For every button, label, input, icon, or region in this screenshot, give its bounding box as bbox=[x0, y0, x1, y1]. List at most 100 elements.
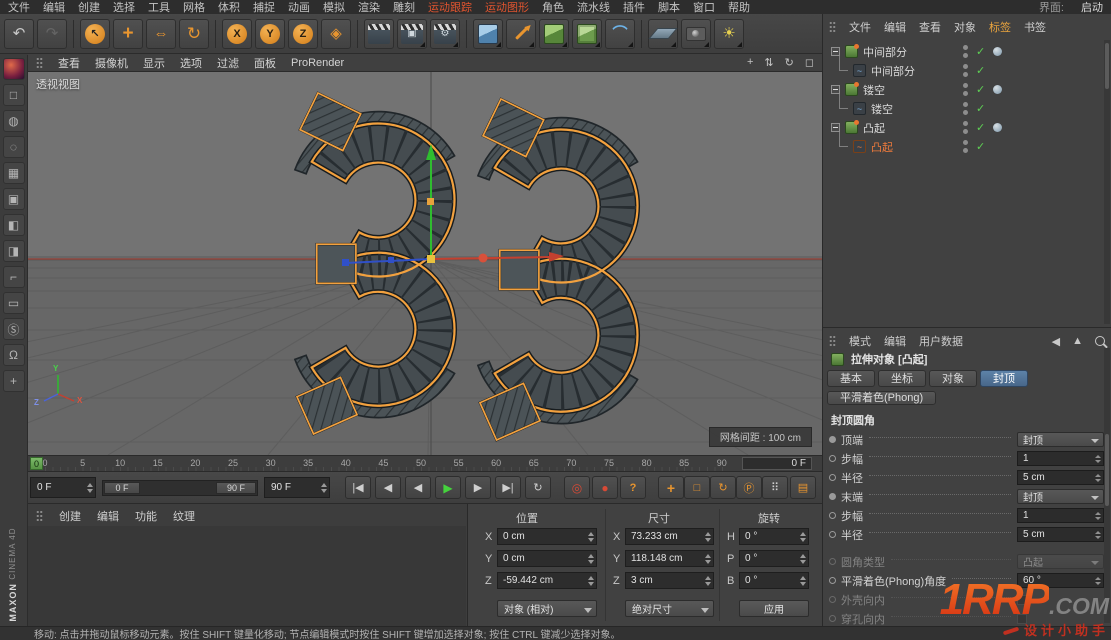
axis-mode-button[interactable]: ⌐ bbox=[3, 266, 25, 288]
phong-tag-icon[interactable] bbox=[993, 85, 1002, 94]
enabled-check-icon[interactable]: ✓ bbox=[976, 45, 985, 58]
add-primitive-button[interactable] bbox=[473, 19, 503, 49]
point-mode-button[interactable]: ▣ bbox=[3, 188, 25, 210]
make-editable-button[interactable]: ● bbox=[3, 58, 25, 80]
menu-tools[interactable]: 工具 bbox=[148, 0, 170, 15]
move-tool-button[interactable]: + bbox=[113, 19, 143, 49]
environment-floor-button[interactable] bbox=[648, 19, 678, 49]
start-radius-field[interactable]: 5 cm bbox=[1017, 470, 1104, 485]
enabled-check-icon[interactable]: ✓ bbox=[976, 121, 985, 134]
spline-pen-button[interactable] bbox=[506, 19, 536, 49]
viewport-menu-camera[interactable]: 摄像机 bbox=[95, 55, 128, 71]
record-rotation-toggle[interactable]: ↻ bbox=[710, 476, 736, 499]
record-keyframe-button[interactable]: ◎ bbox=[564, 476, 590, 499]
objman-menu-file[interactable]: 文件 bbox=[849, 19, 871, 35]
redo-button[interactable]: ↷ bbox=[37, 19, 67, 49]
panel-grip[interactable] bbox=[829, 21, 836, 33]
menu-snap[interactable]: 捕捉 bbox=[253, 0, 275, 15]
search-icon[interactable] bbox=[1095, 336, 1105, 346]
next-frame-button[interactable]: ▶ bbox=[465, 476, 491, 499]
quantize-button[interactable]: + bbox=[3, 370, 25, 392]
render-picture-viewer-button[interactable]: ▣ bbox=[397, 19, 427, 49]
end-steps-field[interactable]: 1 bbox=[1017, 508, 1104, 523]
visibility-dots[interactable] bbox=[963, 140, 968, 153]
record-point-level-toggle[interactable]: ⠿ bbox=[762, 476, 788, 499]
record-scale-toggle[interactable]: □ bbox=[684, 476, 710, 499]
render-view-button[interactable] bbox=[364, 19, 394, 49]
object-manager-scrollbar[interactable] bbox=[1104, 40, 1110, 324]
lock-panel-icon[interactable]: ▲ bbox=[1072, 335, 1083, 347]
menu-character[interactable]: 角色 bbox=[542, 0, 564, 15]
objman-menu-view[interactable]: 查看 bbox=[919, 19, 941, 35]
keyframe-circle-icon[interactable] bbox=[829, 558, 841, 565]
timeline-range-slider[interactable]: 0 F 90 F bbox=[102, 480, 258, 496]
menu-window[interactable]: 窗口 bbox=[693, 0, 715, 15]
rot-b-field[interactable]: 0 ° bbox=[739, 572, 809, 589]
current-frame-readout[interactable]: 0 F bbox=[742, 457, 812, 470]
pos-z-field[interactable]: -59.442 cm bbox=[497, 572, 597, 589]
visibility-dots[interactable] bbox=[963, 45, 968, 58]
objman-menu-edit[interactable]: 编辑 bbox=[884, 19, 906, 35]
material-menu-edit[interactable]: 编辑 bbox=[97, 508, 119, 524]
render-settings-button[interactable]: ⚙ bbox=[430, 19, 460, 49]
menu-mesh[interactable]: 网格 bbox=[183, 0, 205, 15]
start-steps-field[interactable]: 1 bbox=[1017, 451, 1104, 466]
panel-grip[interactable] bbox=[36, 510, 43, 522]
undo-button[interactable]: ↶ bbox=[4, 19, 34, 49]
keyframe-circle-icon[interactable] bbox=[829, 493, 841, 500]
content-browser-button[interactable]: ▤ bbox=[790, 476, 816, 499]
keyframe-circle-icon[interactable] bbox=[829, 531, 841, 538]
menu-volume[interactable]: 体积 bbox=[218, 0, 240, 15]
menu-help[interactable]: 帮助 bbox=[728, 0, 750, 15]
visibility-dots[interactable] bbox=[963, 121, 968, 134]
object-row-cutout[interactable]: 镂空 ✓ bbox=[823, 80, 1103, 99]
go-to-start-button[interactable]: |◀ bbox=[345, 476, 371, 499]
y-axis-lock-button[interactable]: Y bbox=[255, 19, 285, 49]
keyframe-circle-icon[interactable] bbox=[829, 455, 841, 462]
polygon-mode-button[interactable]: ◨ bbox=[3, 240, 25, 262]
object-row-middle-part-spline[interactable]: ~ 中间部分 ✓ bbox=[823, 61, 1103, 80]
menu-create[interactable]: 创建 bbox=[78, 0, 100, 15]
menu-animate[interactable]: 动画 bbox=[288, 0, 310, 15]
keyframe-circle-icon[interactable] bbox=[829, 596, 841, 603]
viewport-menu-panel[interactable]: 面板 bbox=[254, 55, 276, 71]
generators-button[interactable] bbox=[539, 19, 569, 49]
view-label[interactable]: 透视视图 bbox=[36, 76, 80, 92]
caps-rounding-section-title[interactable]: 封顶圆角 bbox=[831, 412, 875, 428]
tab-caps[interactable]: 封顶 bbox=[980, 370, 1028, 387]
attr-menu-edit[interactable]: 编辑 bbox=[884, 333, 906, 349]
material-menu-texture[interactable]: 纹理 bbox=[173, 508, 195, 524]
panel-grip[interactable] bbox=[829, 335, 836, 347]
menu-pipeline[interactable]: 流水线 bbox=[577, 0, 610, 15]
object-row-raised[interactable]: 凸起 ✓ bbox=[823, 118, 1103, 137]
attr-menu-mode[interactable]: 模式 bbox=[849, 333, 871, 349]
texture-mode-button[interactable]: ◍ bbox=[3, 110, 25, 132]
material-list-area[interactable] bbox=[28, 526, 466, 626]
size-z-field[interactable]: 3 cm bbox=[625, 572, 714, 589]
loop-mode-button[interactable]: ↻ bbox=[525, 476, 551, 499]
tab-coordinates[interactable]: 坐标 bbox=[878, 370, 926, 387]
menu-motion-tracker[interactable]: 运动跟踪 bbox=[428, 0, 472, 15]
viewport-menu-prorender[interactable]: ProRender bbox=[291, 57, 344, 69]
record-parameter-toggle[interactable]: Ⓟ bbox=[736, 476, 762, 499]
collapse-icon[interactable] bbox=[831, 47, 840, 56]
menu-script[interactable]: 脚本 bbox=[658, 0, 680, 15]
size-y-field[interactable]: 118.148 cm bbox=[625, 550, 714, 567]
pos-y-field[interactable]: 0 cm bbox=[497, 550, 597, 567]
enabled-check-icon[interactable]: ✓ bbox=[976, 64, 985, 77]
snap-settings-button[interactable]: Ⓢ bbox=[3, 318, 25, 340]
fillet-type-dropdown[interactable]: 凸起 bbox=[1017, 554, 1104, 569]
apply-button[interactable]: 应用 bbox=[739, 600, 809, 617]
object-row-raised-spline-selected[interactable]: ~ 凸起 ✓ bbox=[823, 137, 1103, 156]
start-cap-dropdown[interactable]: 封顶 bbox=[1017, 432, 1104, 447]
live-selection-button[interactable]: ↖ bbox=[80, 19, 110, 49]
previous-frame-button[interactable]: ◀ bbox=[405, 476, 431, 499]
deformers-button[interactable]: ⌒ bbox=[605, 19, 635, 49]
next-key-button[interactable]: ▶| bbox=[495, 476, 521, 499]
visibility-dots[interactable] bbox=[963, 64, 968, 77]
menu-edit[interactable]: 编辑 bbox=[43, 0, 65, 15]
rot-p-field[interactable]: 0 ° bbox=[739, 550, 809, 567]
panel-grip[interactable] bbox=[36, 57, 43, 69]
objman-menu-bookmarks[interactable]: 书签 bbox=[1024, 19, 1046, 35]
menu-plugins[interactable]: 插件 bbox=[623, 0, 645, 15]
